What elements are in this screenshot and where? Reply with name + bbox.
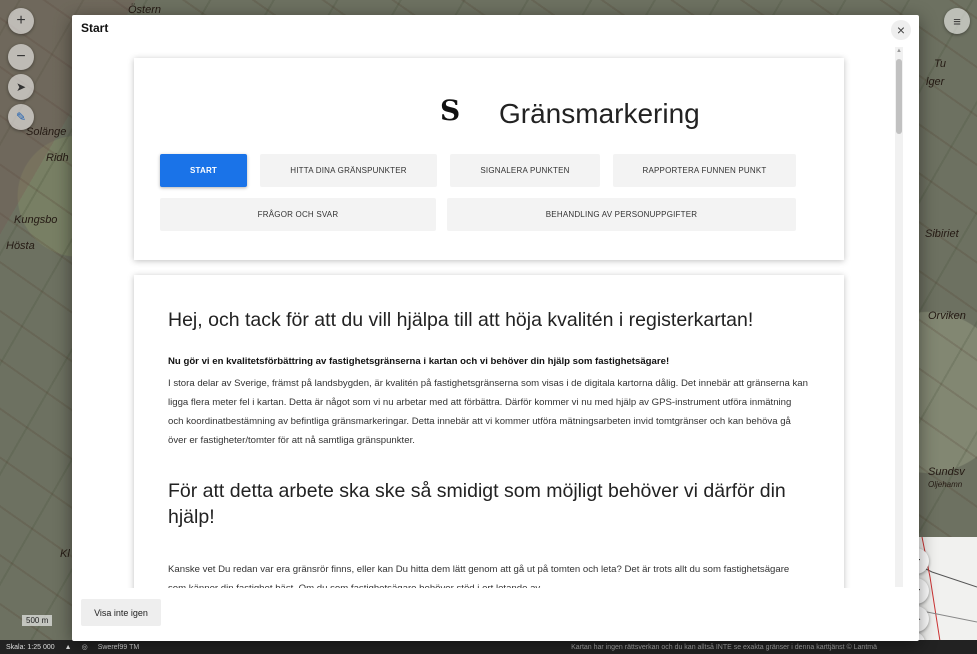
- dialog-title: Start: [81, 21, 109, 35]
- nav-faq-button[interactable]: FRÅGOR OCH SVAR: [160, 198, 436, 231]
- nav-find-points-button[interactable]: HITTA DINA GRÄNSPUNKTER: [260, 154, 437, 187]
- zoom-in-button[interactable]: +: [8, 8, 34, 34]
- dont-show-again-button[interactable]: Visa inte igen: [81, 599, 161, 626]
- scrollbar-thumb[interactable]: [896, 59, 902, 134]
- minus-icon: −: [16, 48, 26, 65]
- pencil-icon: ✎: [15, 110, 27, 124]
- close-button[interactable]: ×: [891, 20, 911, 40]
- nav-signal-point-button[interactable]: SIGNALERA PUNKTEN: [450, 154, 600, 187]
- crosshair-icon[interactable]: ◎: [82, 643, 88, 651]
- map-status-bar: Skala: 1:25 000 ▲ ◎ Sweref99 TM Kartan h…: [0, 640, 977, 654]
- content-card: Hej, och tack för att du vill hjälpa til…: [134, 275, 844, 588]
- sub-heading: För att detta arbete ska ske så smidigt …: [168, 480, 786, 528]
- draw-button[interactable]: ✎: [8, 104, 34, 130]
- plus-icon: +: [16, 12, 26, 29]
- chevron-up-icon[interactable]: ▲: [65, 644, 72, 651]
- nav-report-point-button[interactable]: RAPPORTERA FUNNEN PUNKT: [613, 154, 796, 187]
- help-paragraph: Kanske vet Du redan var era gränsrör fin…: [168, 564, 790, 588]
- logo-icon: S: [440, 94, 461, 127]
- brand-title: Gränsmarkering: [499, 98, 700, 129]
- dialog-scrollbar[interactable]: ▲: [895, 47, 903, 587]
- header-card: S Gränsmarkering START HITTA DINA GRÄNSP…: [134, 58, 844, 260]
- map-disclaimer: Kartan har ingen rättsverkan och du kan …: [571, 643, 877, 651]
- nav-start-button[interactable]: START: [160, 154, 247, 187]
- intro-paragraph: I stora delar av Sverige, främst på land…: [168, 378, 808, 446]
- navigation-arrow-icon: ➤: [15, 80, 27, 94]
- brand-row: S Gränsmarkering: [134, 94, 844, 134]
- main-heading: Hej, och tack för att du vill hjälpa til…: [168, 309, 754, 331]
- start-dialog: Start × S Gränsmarkering START HITTA DIN…: [72, 15, 919, 641]
- scale-label: Skala: 1:25 000: [6, 643, 55, 651]
- scale-bar: 500 m: [22, 615, 53, 626]
- locate-button[interactable]: ➤: [8, 74, 34, 100]
- nav-privacy-button[interactable]: BEHANDLING AV PERSONUPPGIFTER: [447, 198, 796, 231]
- dialog-scroll-area[interactable]: S Gränsmarkering START HITTA DINA GRÄNSP…: [72, 45, 908, 588]
- scroll-up-icon[interactable]: ▲: [895, 47, 903, 55]
- lead-text: Nu gör vi en kvalitetsförbättring av fas…: [168, 356, 670, 367]
- hamburger-icon: ≡: [953, 13, 961, 29]
- zoom-out-button[interactable]: −: [8, 44, 34, 70]
- crs-label[interactable]: Sweref99 TM: [98, 644, 140, 651]
- menu-button[interactable]: ≡: [944, 8, 970, 34]
- close-icon: ×: [896, 22, 906, 38]
